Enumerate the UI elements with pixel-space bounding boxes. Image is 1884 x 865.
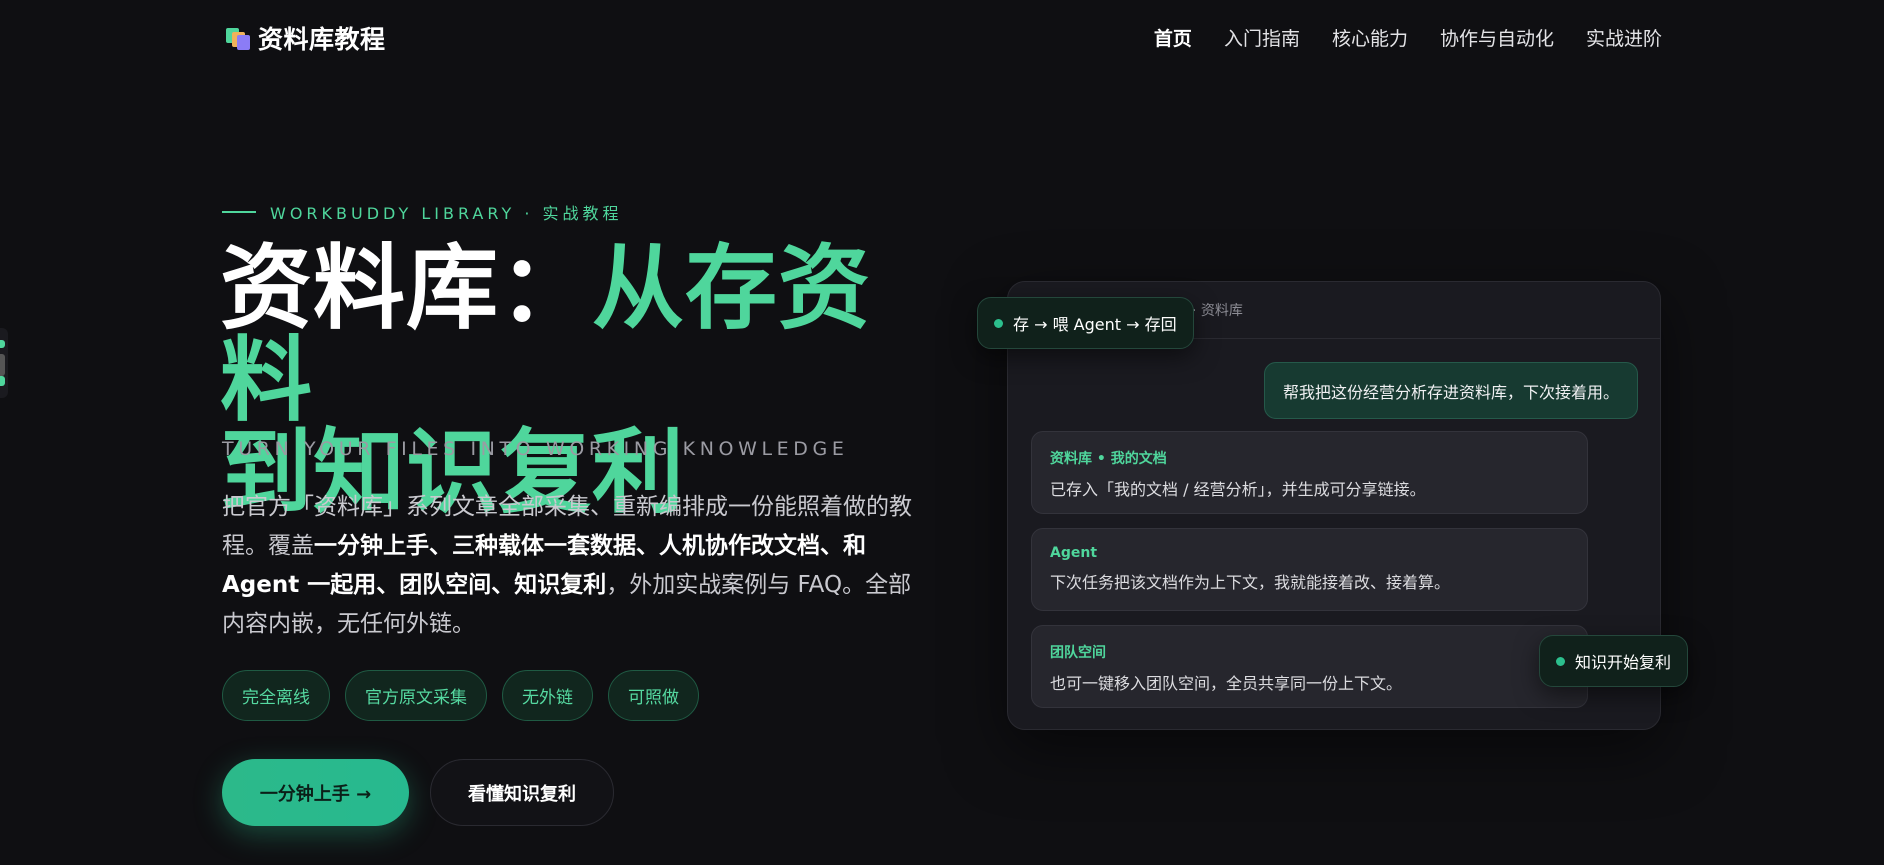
chip-actionable: 可照做 xyxy=(608,670,699,721)
nav-item-getting-started[interactable]: 入门指南 xyxy=(1224,24,1300,51)
side-toggle-handle[interactable] xyxy=(0,328,8,398)
compounding-pill: 知识开始复利 xyxy=(1539,635,1689,687)
hero-subtitle-en: TURN YOUR FILES INTO WORKING KNOWLEDGE xyxy=(222,438,849,460)
nav-item-collaboration[interactable]: 协作与自动化 xyxy=(1440,24,1554,51)
nav-item-home[interactable]: 首页 xyxy=(1154,24,1192,51)
reply-text: 也可一键移入团队空间，全员共享同一份上下文。 xyxy=(1050,674,1403,693)
compounding-pill-text: 知识开始复利 xyxy=(1575,653,1672,672)
chip-no-external-links: 无外链 xyxy=(502,670,593,721)
nav-menu: 首页 入门指南 核心能力 协作与自动化 实战进阶 xyxy=(1154,24,1662,51)
hero-title-plain: 资料库： xyxy=(220,235,593,342)
cta-group: 一分钟上手 → 看懂知识复利 xyxy=(222,759,614,826)
brand-name: 资料库教程 xyxy=(258,25,386,54)
reply-text: 已存入「我的文档 / 经营分析」，并生成可分享链接。 xyxy=(1050,480,1426,499)
reply-library: 资料库 • 我的文档 已存入「我的文档 / 经营分析」，并生成可分享链接。 xyxy=(1031,431,1588,514)
user-message-bubble: 帮我把这份经营分析存进资料库，下次接着用。 xyxy=(1263,362,1638,419)
top-nav: 资料库教程 首页 入门指南 核心能力 协作与自动化 实战进阶 xyxy=(0,0,1884,76)
reply-agent: Agent 下次任务把该文档作为上下文，我就能接着改、接着算。 xyxy=(1031,528,1588,611)
library-logo-icon xyxy=(224,25,250,51)
quick-start-button[interactable]: 一分钟上手 → xyxy=(222,759,409,826)
reply-team-space: 团队空间 也可一键移入团队空间，全员共享同一份上下文。 xyxy=(1031,625,1588,708)
chip-offline: 完全离线 xyxy=(222,670,330,721)
hero-title: 资料库：从存资料 到知识复利 xyxy=(220,243,940,519)
reply-sender: 资料库 • 我的文档 xyxy=(1050,451,1167,467)
reply-sender: Agent xyxy=(1050,545,1098,561)
brand[interactable]: 资料库教程 xyxy=(224,22,386,54)
flow-pill-text: 存 → 喂 Agent → 存回 xyxy=(1013,315,1177,334)
knowledge-compounding-button[interactable]: 看懂知识复利 xyxy=(430,759,614,826)
chip-official-source: 官方原文采集 xyxy=(345,670,487,721)
reply-text: 下次任务把该文档作为上下文，我就能接着改、接着算。 xyxy=(1050,573,1451,592)
nav-item-advanced[interactable]: 实战进阶 xyxy=(1586,24,1662,51)
eyebrow-line xyxy=(222,211,256,213)
eyebrow-text: WORKBUDDY LIBRARY · 实战教程 xyxy=(270,204,623,223)
feature-chips: 完全离线 官方原文采集 无外链 可照做 xyxy=(222,670,699,721)
hero-eyebrow: WORKBUDDY LIBRARY · 实战教程 xyxy=(222,200,623,224)
status-dot-icon xyxy=(1556,656,1565,666)
hero-description: 把官方「资料库」系列文章全部采集、重新编排成一份能照着做的教程。覆盖一分钟上手、… xyxy=(222,488,912,644)
nav-item-core-capabilities[interactable]: 核心能力 xyxy=(1332,24,1408,51)
flow-pill: 存 → 喂 Agent → 存回 xyxy=(977,297,1194,349)
status-dot-icon xyxy=(994,318,1003,328)
reply-sender: 团队空间 xyxy=(1050,645,1106,661)
